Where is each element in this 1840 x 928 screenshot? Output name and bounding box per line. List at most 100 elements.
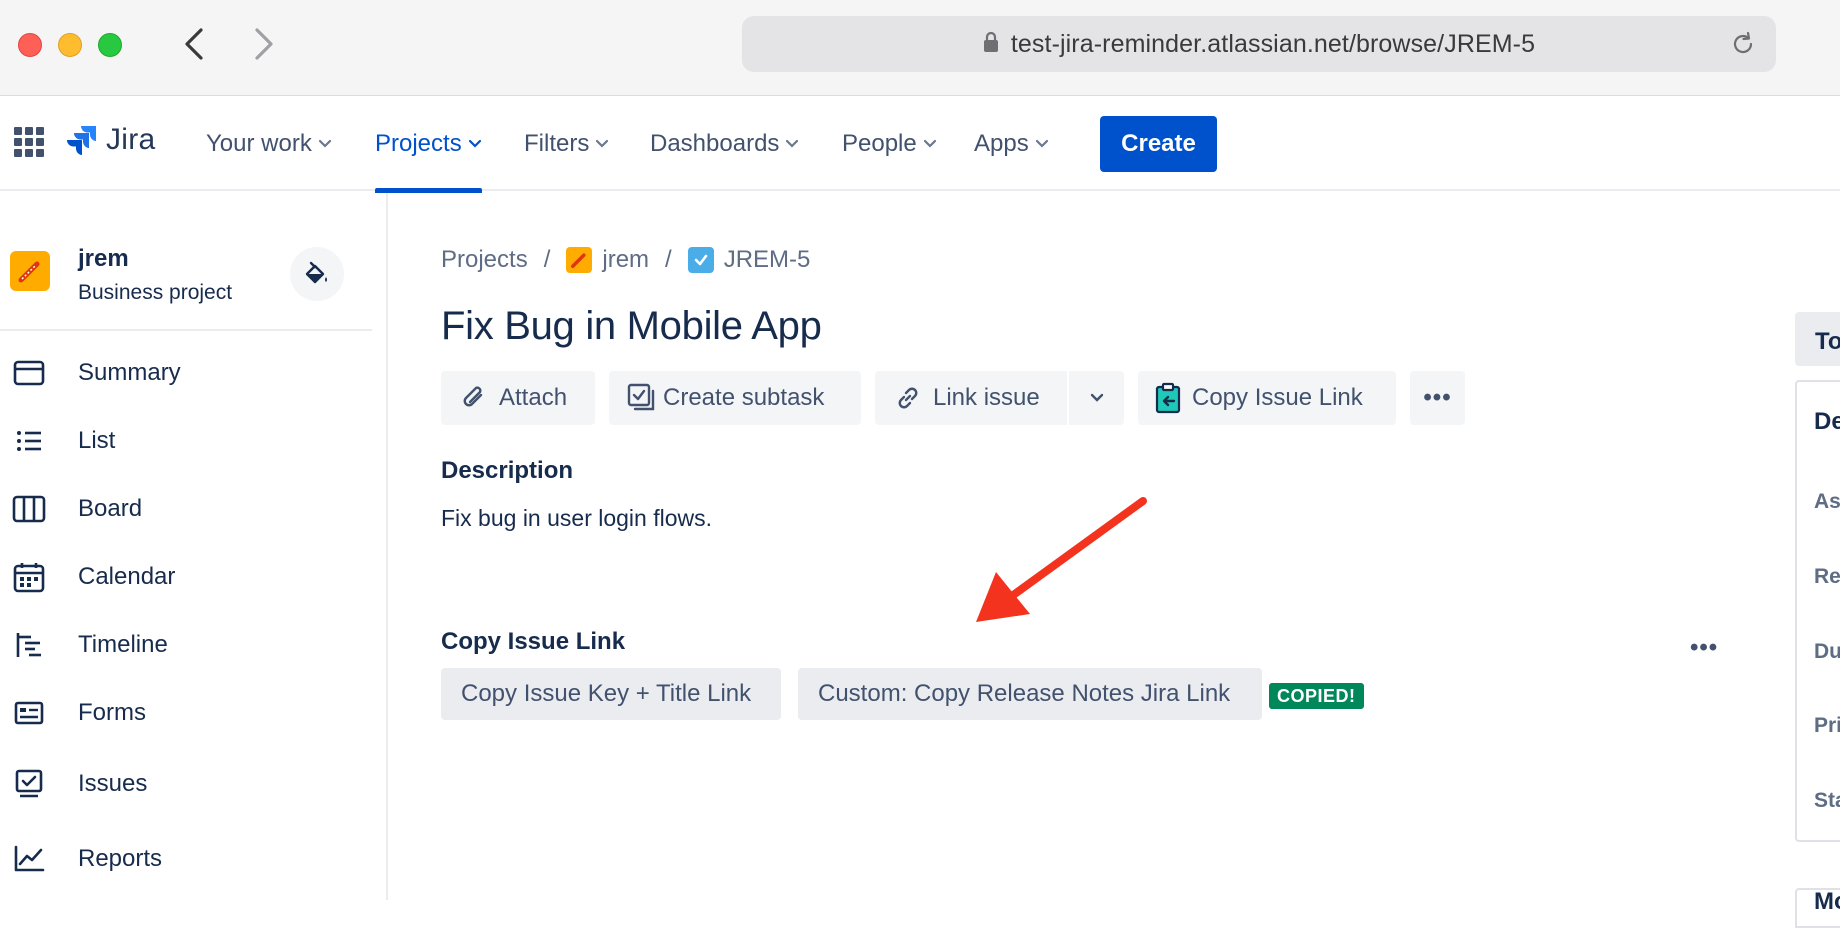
- create-subtask-button[interactable]: Create subtask: [609, 371, 861, 425]
- nav-your-work-label: Your work: [206, 130, 312, 157]
- sidebar-item-label: Reports: [78, 845, 163, 872]
- field-priority-label: Pri: [1814, 714, 1840, 737]
- paperclip-icon: [459, 383, 489, 413]
- summary-icon: [12, 356, 46, 390]
- chevron-down-icon: [923, 139, 936, 148]
- task-checkbox-icon: [687, 247, 714, 273]
- attach-label: Attach: [499, 384, 568, 411]
- description-text[interactable]: Fix bug in user login flows.: [441, 505, 712, 532]
- nav-projects-label: Projects: [375, 130, 462, 157]
- project-name[interactable]: jrem: [78, 245, 129, 273]
- annotation-arrow-icon: [976, 497, 1147, 622]
- copy-issue-link-label: Copy Issue Link: [1192, 384, 1363, 411]
- nav-filters[interactable]: Filters: [524, 97, 609, 191]
- address-bar[interactable]: test-jira-reminder.atlassian.net/browse/…: [742, 16, 1776, 72]
- copy-release-notes-link-button[interactable]: Custom: Copy Release Notes Jira Link: [798, 668, 1262, 720]
- nav-apps[interactable]: Apps: [974, 97, 1049, 191]
- chevron-left-icon: [185, 28, 203, 60]
- issues-icon: [12, 767, 46, 801]
- window-minimize-button[interactable]: [58, 33, 82, 57]
- browser-back-button[interactable]: [174, 22, 214, 66]
- nav-dashboards[interactable]: Dashboards: [650, 97, 799, 191]
- field-assignee-label: As: [1814, 490, 1840, 513]
- link-issue-label: Link issue: [933, 384, 1040, 411]
- reload-icon[interactable]: [1730, 30, 1756, 63]
- project-header: jrem Business project: [0, 193, 372, 331]
- sidebar-item-board[interactable]: Board: [0, 481, 372, 537]
- sidebar-item-label: Calendar: [78, 563, 176, 590]
- reports-icon: [12, 842, 46, 876]
- sidebar-item-label: Forms: [78, 699, 146, 726]
- status-dropdown-button[interactable]: To: [1795, 312, 1840, 366]
- clipboard-icon: [1154, 382, 1184, 414]
- nav-people-label: People: [842, 130, 917, 157]
- window-close-button[interactable]: [18, 33, 42, 57]
- copy-link-heading: Copy Issue Link: [441, 628, 626, 655]
- browser-forward-button[interactable]: [244, 22, 284, 66]
- chevron-down-icon: [1035, 139, 1048, 148]
- sidebar-item-reports[interactable]: Reports: [0, 831, 372, 887]
- sidebar-item-calendar[interactable]: Calendar: [0, 549, 372, 605]
- breadcrumb-separator: /: [665, 246, 672, 273]
- more-actions-button[interactable]: •••: [1410, 371, 1465, 425]
- chevron-down-icon: [1090, 393, 1103, 402]
- chevron-down-icon: [786, 139, 799, 148]
- field-reporter-label: Re: [1814, 565, 1840, 588]
- sidebar-item-timeline[interactable]: Timeline: [0, 617, 372, 673]
- copy-key-title-link-button[interactable]: Copy Issue Key + Title Link: [441, 668, 781, 720]
- sidebar-item-list[interactable]: List: [0, 413, 372, 469]
- chevron-down-icon: [596, 139, 609, 148]
- nav-dashboards-label: Dashboards: [650, 130, 780, 157]
- project-theme-button[interactable]: [290, 247, 344, 301]
- more-fields-heading[interactable]: Mo: [1814, 888, 1840, 916]
- copy-panel-more-button[interactable]: •••: [1690, 634, 1718, 662]
- description-label: Description: [441, 457, 574, 484]
- breadcrumb-project[interactable]: jrem: [602, 246, 649, 274]
- breadcrumb: Projects / jrem / JREM-5: [441, 244, 810, 276]
- chevron-down-icon: [468, 139, 481, 148]
- board-icon: [12, 492, 46, 526]
- attach-button[interactable]: Attach: [441, 371, 595, 425]
- link-icon: [893, 383, 923, 413]
- sidebar-item-summary[interactable]: Summary: [0, 345, 372, 401]
- browser-chrome: test-jira-reminder.atlassian.net/browse/…: [0, 0, 1840, 96]
- paint-bucket-icon: [305, 261, 327, 284]
- create-button[interactable]: Create: [1100, 116, 1217, 172]
- chevron-down-icon: [318, 139, 331, 148]
- forms-icon: [12, 696, 46, 730]
- nav-projects[interactable]: Projects: [375, 97, 482, 193]
- sidebar-item-label: List: [78, 427, 116, 454]
- app-switcher-icon[interactable]: [14, 127, 44, 157]
- sidebar-item-label: Issues: [78, 770, 148, 797]
- copy-issue-link-button[interactable]: Copy Issue Link: [1138, 371, 1396, 425]
- issue-title[interactable]: Fix Bug in Mobile App: [441, 304, 822, 349]
- jira-logo[interactable]: Jira: [66, 123, 156, 157]
- window-zoom-button[interactable]: [98, 33, 122, 57]
- subtask-icon: [627, 383, 657, 413]
- nav-people[interactable]: People: [842, 97, 937, 191]
- nav-apps-label: Apps: [974, 130, 1029, 157]
- lock-icon: [983, 31, 999, 58]
- breadcrumb-issue-key[interactable]: JREM-5: [724, 246, 811, 274]
- field-status-label: Sta: [1814, 789, 1840, 812]
- project-avatar-icon: [566, 247, 593, 273]
- project-sidebar: jrem Business project Summary List Board…: [0, 193, 388, 900]
- jira-logo-icon: [67, 126, 96, 155]
- nav-your-work[interactable]: Your work: [206, 97, 332, 191]
- create-subtask-label: Create subtask: [663, 384, 825, 411]
- details-heading[interactable]: De: [1814, 408, 1840, 436]
- project-avatar: [10, 251, 50, 291]
- link-issue-button[interactable]: Link issue: [875, 371, 1067, 425]
- nav-filters-label: Filters: [524, 130, 590, 157]
- sidebar-item-label: Timeline: [78, 631, 168, 658]
- sidebar-item-forms[interactable]: Forms: [0, 685, 372, 741]
- link-issue-dropdown-button[interactable]: [1069, 371, 1124, 425]
- sidebar-item-label: Board: [78, 495, 143, 522]
- timeline-icon: [12, 628, 46, 662]
- url-text: test-jira-reminder.atlassian.net/browse/…: [1010, 29, 1536, 58]
- sidebar-item-issues[interactable]: Issues: [0, 756, 372, 812]
- breadcrumb-projects[interactable]: Projects: [441, 246, 528, 274]
- breadcrumb-separator: /: [543, 246, 551, 273]
- details-panel: [1795, 380, 1840, 842]
- sidebar-item-label: Summary: [78, 359, 181, 386]
